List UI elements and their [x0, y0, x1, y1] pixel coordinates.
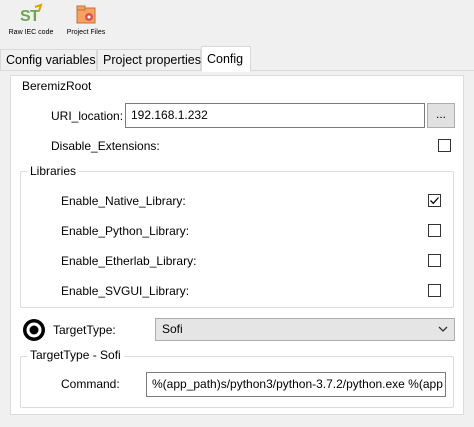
tab-config-variables-label: Config variables	[6, 53, 96, 67]
tab-project-properties-label: Project properties	[103, 53, 201, 67]
enable-native-library-label: Enable_Native_Library:	[61, 194, 186, 208]
tab-config[interactable]: Config	[201, 46, 251, 72]
target-type-value: Sofi	[162, 322, 183, 336]
enable-etherlab-library-checkbox[interactable]	[428, 254, 441, 267]
toolbar: S T Raw IEC code Project Files	[0, 0, 474, 46]
disable-extensions-label: Disable_Extensions:	[51, 139, 160, 153]
raw-iec-code-button[interactable]: S T Raw IEC code	[6, 3, 56, 36]
project-files-button[interactable]: Project Files	[62, 3, 110, 36]
chevron-down-icon	[438, 326, 448, 332]
enable-python-library-label: Enable_Python_Library:	[61, 224, 190, 238]
raw-iec-code-label: Raw IEC code	[8, 29, 54, 36]
config-panel: BeremizRoot URI_location: 192.168.1.232 …	[10, 75, 464, 415]
enable-etherlab-library-label: Enable_Etherlab_Library:	[61, 254, 197, 268]
project-folder-icon	[76, 5, 96, 24]
target-type-label: TargetType:	[53, 323, 116, 337]
browse-uri-button[interactable]: ...	[427, 103, 455, 128]
uri-location-input[interactable]: 192.168.1.232	[125, 103, 425, 128]
check-icon	[430, 197, 439, 205]
tab-config-label: Config	[207, 52, 244, 66]
target-icon	[23, 319, 45, 341]
beremiz-root-title: BeremizRoot	[19, 79, 95, 93]
st-code-icon: S T	[20, 3, 43, 25]
enable-svgui-library-checkbox[interactable]	[428, 284, 441, 297]
tab-project-properties[interactable]: Project properties	[97, 49, 201, 71]
command-input[interactable]: %(app_path)s/python3/python-3.7.2/python…	[146, 372, 446, 397]
enable-native-library-checkbox[interactable]	[428, 194, 441, 207]
enable-svgui-library-label: Enable_SVGUI_Library:	[61, 284, 190, 298]
tab-strip: Config variables Project properties Conf…	[0, 46, 474, 72]
uri-location-label: URI_location:	[51, 109, 124, 123]
tab-config-variables[interactable]: Config variables	[0, 49, 97, 71]
disable-extensions-checkbox[interactable]	[438, 139, 451, 152]
enable-python-library-checkbox[interactable]	[428, 224, 441, 237]
target-type-sofi-title: TargetType - Sofi	[27, 348, 124, 362]
libraries-title: Libraries	[27, 164, 80, 178]
project-files-label: Project Files	[66, 29, 106, 36]
target-type-select[interactable]: Sofi	[155, 318, 455, 341]
command-label: Command:	[61, 377, 120, 391]
